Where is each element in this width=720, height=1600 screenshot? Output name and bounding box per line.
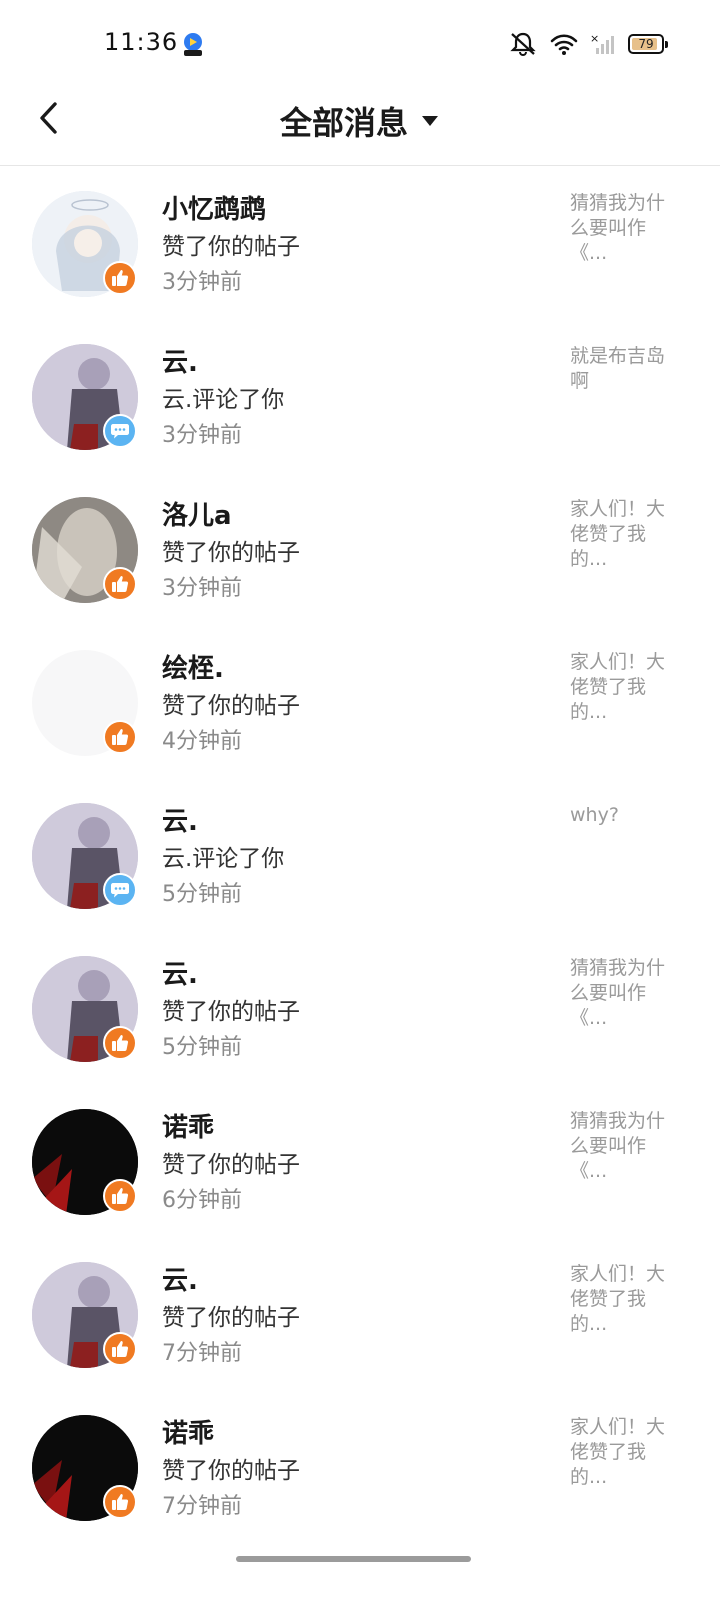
- post-preview[interactable]: 家人们！大佬赞了我的...: [570, 1415, 680, 1490]
- comment-badge: [103, 873, 137, 907]
- post-preview[interactable]: 家人们！大佬赞了我的...: [570, 650, 680, 725]
- sender-name[interactable]: 诺乖: [162, 1109, 542, 1147]
- message-item-6[interactable]: 云. 赞了你的帖子 5分钟前 猜猜我为什么要叫作《...: [0, 932, 720, 1085]
- sender-name[interactable]: 绘桎.: [162, 650, 542, 688]
- screen: 11:36 × 79 全部消息 小忆鹉鹉 赞了你的帖子 3分钟前 猜猜我为什么要…: [0, 0, 720, 1600]
- post-preview[interactable]: 家人们！大佬赞了我的...: [570, 497, 680, 572]
- like-badge: [103, 720, 137, 754]
- message-text: 洛儿a 赞了你的帖子 3分钟前: [162, 497, 542, 607]
- message-text: 云. 云.评论了你 5分钟前: [162, 803, 542, 913]
- message-time: 3分钟前: [162, 423, 242, 448]
- status-time: 11:36: [104, 28, 179, 56]
- message-action: 赞了你的帖子: [162, 999, 300, 1025]
- sender-name[interactable]: 洛儿a: [162, 497, 542, 535]
- battery-icon: 79: [628, 34, 668, 54]
- avatar-container[interactable]: [32, 803, 138, 909]
- thumbs-up-icon: [112, 729, 129, 745]
- no-signal-icon: ×: [590, 32, 614, 54]
- svg-text:×: ×: [590, 32, 599, 45]
- thumbs-up-icon: [112, 1341, 129, 1357]
- post-preview[interactable]: 猜猜我为什么要叫作《...: [570, 956, 680, 1031]
- like-badge: [103, 1332, 137, 1366]
- home-indicator[interactable]: [236, 1556, 471, 1562]
- comment-bubble-icon: [111, 424, 129, 439]
- like-badge: [103, 567, 137, 601]
- comment-badge: [103, 414, 137, 448]
- message-time: 6分钟前: [162, 1188, 242, 1213]
- avatar-container[interactable]: [32, 1109, 138, 1215]
- message-text: 诺乖 赞了你的帖子 6分钟前: [162, 1109, 542, 1219]
- post-preview[interactable]: 家人们！大佬赞了我的...: [570, 1262, 680, 1337]
- message-text: 绘桎. 赞了你的帖子 4分钟前: [162, 650, 542, 760]
- message-text: 诺乖 赞了你的帖子 7分钟前: [162, 1415, 542, 1525]
- message-list: 小忆鹉鹉 赞了你的帖子 3分钟前 猜猜我为什么要叫作《... 云. 云.评论了你…: [0, 167, 720, 1544]
- avatar-container[interactable]: [32, 956, 138, 1062]
- avatar-container[interactable]: [32, 650, 138, 756]
- message-item-4[interactable]: 绘桎. 赞了你的帖子 4分钟前 家人们！大佬赞了我的...: [0, 626, 720, 779]
- message-item-2[interactable]: 云. 云.评论了你 3分钟前 就是布吉岛啊: [0, 320, 720, 473]
- sender-name[interactable]: 云.: [162, 803, 542, 841]
- sender-name[interactable]: 诺乖: [162, 1415, 542, 1453]
- message-time: 7分钟前: [162, 1494, 242, 1519]
- thumbs-up-icon: [112, 1188, 129, 1204]
- avatar-container[interactable]: [32, 191, 138, 297]
- sender-name[interactable]: 云.: [162, 956, 542, 994]
- message-action: 赞了你的帖子: [162, 1152, 300, 1178]
- message-action: 赞了你的帖子: [162, 1458, 300, 1484]
- like-badge: [103, 1179, 137, 1213]
- message-time: 7分钟前: [162, 1341, 242, 1366]
- status-bar: 11:36 × 79: [0, 0, 720, 88]
- avatar-container[interactable]: [32, 1262, 138, 1368]
- avatar-container[interactable]: [32, 344, 138, 450]
- page-title: 全部消息: [279, 104, 408, 142]
- message-filter-dropdown[interactable]: 全部消息: [0, 98, 720, 144]
- message-time: 5分钟前: [162, 1035, 242, 1060]
- message-action: 云.评论了你: [162, 846, 285, 872]
- post-preview[interactable]: 猜猜我为什么要叫作《...: [570, 191, 680, 266]
- wifi-icon: [550, 34, 578, 55]
- like-badge: [103, 1485, 137, 1519]
- like-badge: [103, 1026, 137, 1060]
- message-action: 赞了你的帖子: [162, 1305, 300, 1331]
- header: 全部消息: [0, 88, 720, 166]
- message-text: 云. 云.评论了你 3分钟前: [162, 344, 542, 454]
- message-time: 5分钟前: [162, 882, 242, 907]
- message-item-5[interactable]: 云. 云.评论了你 5分钟前 why?: [0, 779, 720, 932]
- app-notification-icon: [184, 33, 202, 56]
- sender-name[interactable]: 云.: [162, 344, 542, 382]
- like-badge: [103, 261, 137, 295]
- thumbs-up-icon: [112, 270, 129, 286]
- avatar-container[interactable]: [32, 1415, 138, 1521]
- comment-bubble-icon: [111, 883, 129, 898]
- message-item-1[interactable]: 小忆鹉鹉 赞了你的帖子 3分钟前 猜猜我为什么要叫作《...: [0, 167, 720, 320]
- bell-off-icon: [510, 32, 536, 57]
- message-action: 赞了你的帖子: [162, 234, 300, 260]
- message-time: 3分钟前: [162, 576, 242, 601]
- message-action: 赞了你的帖子: [162, 693, 300, 719]
- sender-name[interactable]: 小忆鹉鹉: [162, 191, 542, 229]
- message-item-9[interactable]: 诺乖 赞了你的帖子 7分钟前 家人们！大佬赞了我的...: [0, 1391, 720, 1544]
- post-preview[interactable]: 就是布吉岛啊: [570, 344, 680, 394]
- message-item-7[interactable]: 诺乖 赞了你的帖子 6分钟前 猜猜我为什么要叫作《...: [0, 1085, 720, 1238]
- message-item-8[interactable]: 云. 赞了你的帖子 7分钟前 家人们！大佬赞了我的...: [0, 1238, 720, 1391]
- sender-name[interactable]: 云.: [162, 1262, 542, 1300]
- message-time: 3分钟前: [162, 270, 242, 295]
- message-action: 云.评论了你: [162, 387, 285, 413]
- message-text: 云. 赞了你的帖子 7分钟前: [162, 1262, 542, 1372]
- status-right-group: × 79: [508, 30, 668, 58]
- avatar-container[interactable]: [32, 497, 138, 603]
- caret-down-icon: [422, 116, 438, 126]
- message-time: 4分钟前: [162, 729, 242, 754]
- message-action: 赞了你的帖子: [162, 540, 300, 566]
- thumbs-up-icon: [112, 1035, 129, 1051]
- thumbs-up-icon: [112, 1494, 129, 1510]
- message-text: 小忆鹉鹉 赞了你的帖子 3分钟前: [162, 191, 542, 301]
- thumbs-up-icon: [112, 576, 129, 592]
- post-preview[interactable]: 猜猜我为什么要叫作《...: [570, 1109, 680, 1184]
- message-item-3[interactable]: 洛儿a 赞了你的帖子 3分钟前 家人们！大佬赞了我的...: [0, 473, 720, 626]
- battery-level: 79: [638, 37, 654, 51]
- post-preview[interactable]: why?: [570, 803, 680, 828]
- message-text: 云. 赞了你的帖子 5分钟前: [162, 956, 542, 1066]
